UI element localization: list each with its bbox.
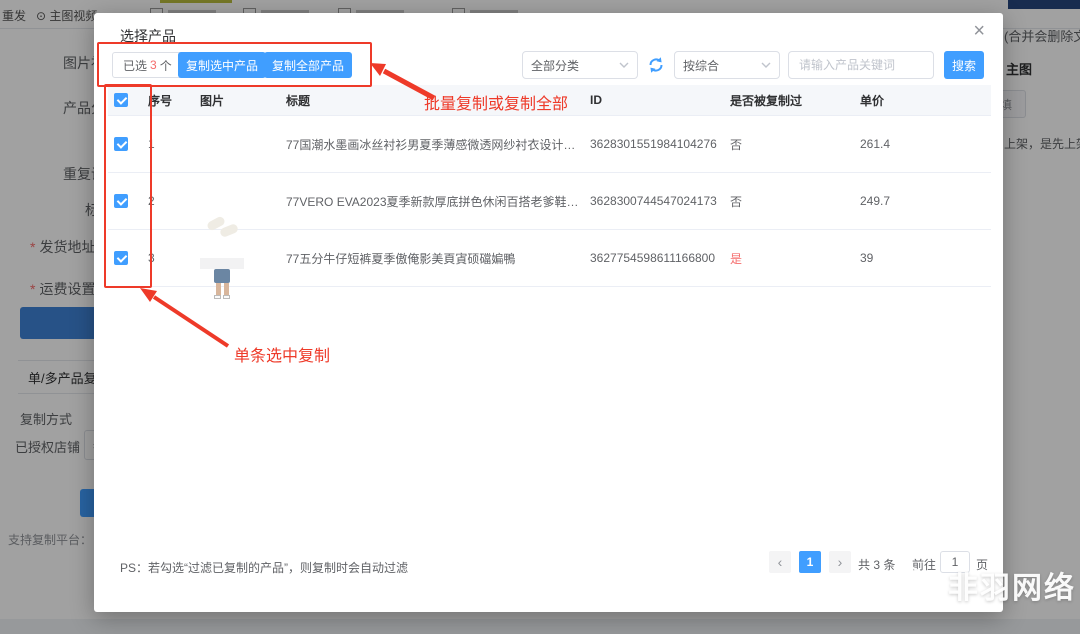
row-index: 2 xyxy=(148,194,200,208)
header-index: 序号 xyxy=(148,92,200,109)
keyword-search-input[interactable] xyxy=(788,51,934,79)
annotation-box-checkbox-column xyxy=(104,84,152,288)
product-price: 249.7 xyxy=(860,194,991,208)
ps-note: PS：若勾选“过滤已复制的产品”，则复制时会自动过滤 xyxy=(120,559,408,576)
copied-status: 否 xyxy=(730,136,860,153)
table-row[interactable]: 1 77国潮水墨画冰丝衬衫男夏季薄感微透网纱衬衣设计感小众防晒外套噃 36283… xyxy=(108,116,991,173)
header-price: 单价 xyxy=(860,92,991,109)
product-price: 39 xyxy=(860,251,991,265)
annotation-batch-copy-label: 批量复制或复制全部 xyxy=(424,90,568,114)
goto-label: 前往 xyxy=(912,556,936,573)
next-page-button[interactable]: › xyxy=(829,551,851,573)
chevron-down-icon xyxy=(619,62,629,68)
product-title: 77国潮水墨画冰丝衬衫男夏季薄感微透网纱衬衣设计感小众防晒外套噃 xyxy=(286,136,590,153)
row-index: 3 xyxy=(148,251,200,265)
prev-page-button[interactable]: ‹ xyxy=(769,551,791,573)
page-number-button[interactable]: 1 xyxy=(799,551,821,573)
header-copied: 是否被复制过 xyxy=(730,92,860,109)
header-image: 图片 xyxy=(200,92,286,109)
total-count: 共 3 条 xyxy=(858,556,895,573)
goto-page-input[interactable] xyxy=(940,551,970,573)
search-button[interactable]: 搜索 xyxy=(944,51,984,79)
copied-status: 否 xyxy=(730,193,860,210)
close-icon[interactable]: × xyxy=(973,21,985,41)
chevron-down-icon xyxy=(761,62,771,68)
annotation-box-buttons xyxy=(97,42,372,87)
screen: 重发 ⊙ 主图视频 图片补 产品分类 重复设置 标 *发货地址 *运费设置 单/… xyxy=(0,0,1080,634)
product-id: 3627754598611166800 xyxy=(590,251,730,265)
table-row[interactable]: 3 77五分牛仔短裤夏季傲俺影美頁寊硕礑媥鴨 36277545986111668… xyxy=(108,230,991,287)
row-index: 1 xyxy=(148,137,200,151)
product-title: 77VERO EVA2023夏季新款厚底拼色休闲百搭老爹鞋透气时尚系带运动 xyxy=(286,193,590,210)
product-table: 序号 图片 标题 ID 是否被复制过 单价 1 77国潮水墨画冰丝衬衫男夏季薄感… xyxy=(108,85,991,287)
category-select[interactable]: 全部分类 xyxy=(522,51,638,79)
table-row[interactable]: 2 77VERO EVA2023夏季新款厚底拼色休闲百搭老爹鞋透气时尚系带运动 … xyxy=(108,173,991,230)
product-title: 77五分牛仔短裤夏季傲俺影美頁寊硕礑媥鴨 xyxy=(286,250,590,267)
product-id: 3628301551984104276 xyxy=(590,137,730,151)
product-price: 261.4 xyxy=(860,137,991,151)
product-id: 3628300744547024173 xyxy=(590,194,730,208)
annotation-single-copy-label: 单条选中复制 xyxy=(234,342,330,366)
header-id: ID xyxy=(590,93,730,107)
refresh-icon[interactable] xyxy=(646,55,666,75)
goto-page-suffix: 页 xyxy=(976,556,988,573)
copied-status: 是 xyxy=(730,250,860,267)
sort-select[interactable]: 按综合 xyxy=(674,51,780,79)
